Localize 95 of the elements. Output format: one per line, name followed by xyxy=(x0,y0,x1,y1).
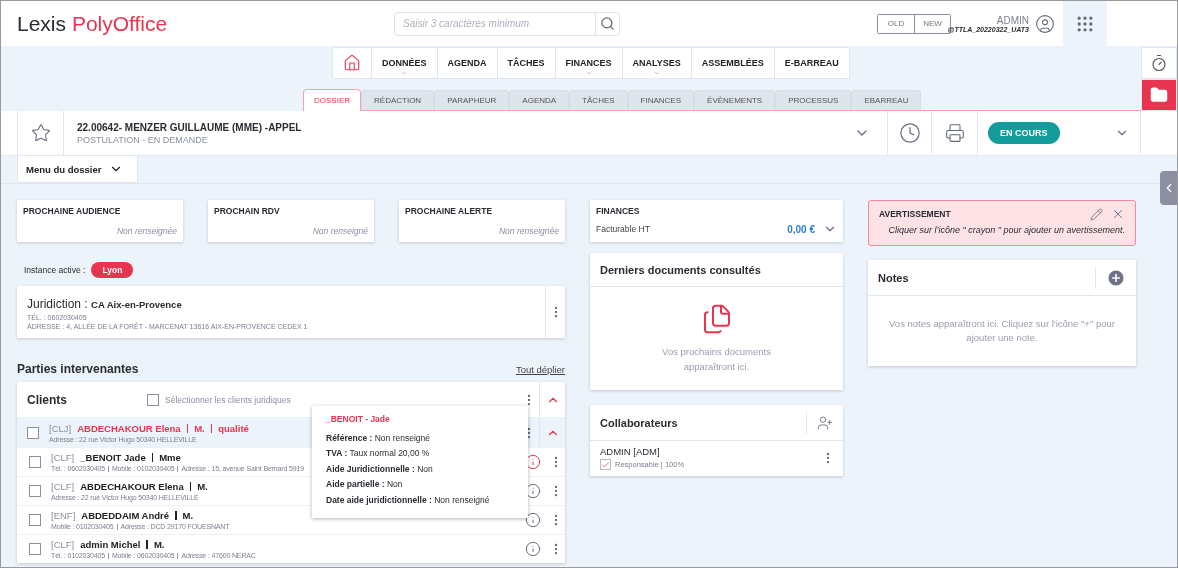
row-checkbox[interactable] xyxy=(29,514,41,526)
card-title: PROCHAIN RDV xyxy=(214,206,281,216)
nav-item[interactable]: DONNÉES xyxy=(372,47,438,79)
caret-icon xyxy=(584,69,593,77)
tab[interactable]: FINANCES xyxy=(627,90,695,110)
tooltip-field: Date aide juridictionnelle : Non renseigné xyxy=(326,494,514,505)
card-title: PROCHAINE ALERTE xyxy=(405,206,494,216)
panel-title: Collaborateurs xyxy=(600,416,679,429)
row-checkbox[interactable] xyxy=(29,456,41,468)
tab[interactable]: AGENDA xyxy=(509,90,570,110)
card-value: Non renseignée xyxy=(499,226,559,236)
client-code: [CLF] xyxy=(51,539,75,550)
search-field[interactable]: Saisir 3 caractères minimum xyxy=(395,18,595,29)
add-icon[interactable] xyxy=(1106,267,1126,288)
printer-icon[interactable] xyxy=(944,123,965,143)
apps-menu-icon[interactable] xyxy=(1063,1,1107,46)
add-user-icon[interactable] xyxy=(817,414,833,431)
tab[interactable]: RÉDACTION xyxy=(361,90,435,110)
card-value: Non renseigné xyxy=(312,226,368,236)
select-checkbox[interactable] xyxy=(147,393,159,406)
info-icon[interactable] xyxy=(524,512,541,528)
client-civility: Mme xyxy=(159,452,181,463)
tab[interactable]: PARAPHEUR xyxy=(434,90,510,110)
card-title: AVERTISSEMENT xyxy=(879,209,952,219)
timer-icon[interactable] xyxy=(1141,47,1177,79)
avatar-icon[interactable] xyxy=(1035,13,1055,34)
app-logo: Lexis PolyOffice xyxy=(16,11,169,36)
card-title: PROCHAINE AUDIENCE xyxy=(23,206,122,216)
tooltip-field: Aide partielle : Non xyxy=(326,479,514,490)
client-civility: M. xyxy=(194,422,205,434)
client-code: [CLJ] xyxy=(49,422,72,434)
nav-item[interactable]: ANALYSES xyxy=(622,47,692,79)
tab[interactable]: TÂCHES xyxy=(569,90,628,110)
dossier-title: 22.00642- MENZER GUILLAUME (MME) -APPEL xyxy=(77,121,303,133)
tooltip-field: Aide Juridictionnelle : Non xyxy=(326,463,514,474)
nav-item[interactable]: ASSEMBLÉES xyxy=(691,47,775,79)
juridiction-label: Juridiction : xyxy=(27,297,89,311)
star-icon[interactable] xyxy=(30,123,51,143)
client-name: ABDECHAKOUR Elena xyxy=(80,481,184,492)
tab[interactable]: EBARREAU xyxy=(851,90,922,110)
checkbox-label: Sélectionner les clients juridiques xyxy=(165,394,292,405)
tooltip-field: TVA : Taux normal 20,00 % xyxy=(326,448,514,459)
client-code: [CLF] xyxy=(51,452,75,463)
home-icon[interactable] xyxy=(332,47,372,79)
nav-item[interactable]: TÂCHES xyxy=(497,47,556,79)
user-name: ADMIN xyxy=(996,14,1029,26)
tab[interactable]: ÉVÈNEMENTS xyxy=(694,90,776,110)
section-title: Parties intervenantes xyxy=(17,362,139,376)
client-name: ABDECHAKOUR Elena xyxy=(77,422,181,434)
row-checkbox[interactable] xyxy=(27,426,39,439)
finance-label: Facturable HT xyxy=(596,224,651,234)
folder-icon[interactable] xyxy=(1141,79,1177,111)
dossier-menu-button[interactable]: Menu du dossier xyxy=(17,156,138,183)
tab[interactable]: PROCESSUS xyxy=(775,90,852,110)
search-box[interactable]: Saisir 3 caractères minimum xyxy=(394,11,620,36)
caret-icon xyxy=(400,69,409,77)
client-name: admin Michel xyxy=(80,539,141,550)
row-checkbox[interactable] xyxy=(29,485,41,497)
nav-item[interactable]: E-BARREAU xyxy=(774,47,850,79)
client-civility: M. xyxy=(197,481,208,492)
finance-amount: 0,00 € xyxy=(787,223,815,235)
juridiction-name: CA Aix-en-Provence xyxy=(91,299,182,310)
tab[interactable]: DOSSIER xyxy=(303,89,361,111)
panel-title: Derniers documents consultés xyxy=(600,263,762,276)
instance-label: Instance active : xyxy=(24,265,86,275)
empty-message: Vos prochains documents apparaîtront ici. xyxy=(661,345,772,374)
caret-icon xyxy=(652,69,661,77)
client-name: _BENOIT Jade xyxy=(80,452,146,463)
nav-item[interactable]: FINANCES xyxy=(555,47,623,79)
collapse-handle-icon[interactable] xyxy=(1160,171,1177,205)
clock-icon[interactable] xyxy=(898,122,921,144)
client-civility: M. xyxy=(182,510,194,521)
tooltip-title: _BENOIT - Jade xyxy=(326,414,391,424)
nav-item[interactable]: AGENDA xyxy=(437,47,498,79)
warning-message: Cliquer sur l’icône " crayon " pour ajouter un avertissement. xyxy=(887,225,1125,235)
client-quality: qualité xyxy=(218,422,249,434)
client-name: ABDEDDAIM André xyxy=(81,510,170,521)
client-code: [ENF] xyxy=(51,510,76,521)
status-badge[interactable]: EN COURS xyxy=(988,122,1060,144)
instance-badge: Lyon xyxy=(91,262,134,278)
card-value: Non renseignée xyxy=(117,226,177,236)
pencil-icon[interactable] xyxy=(1090,207,1103,221)
row-checkbox[interactable] xyxy=(29,543,41,555)
card-title: FINANCES xyxy=(596,206,641,216)
expand-all-link[interactable]: Tout déplier xyxy=(515,363,565,375)
panel-title: Clients xyxy=(27,392,68,407)
dossier-subtitle: POSTULATION - EN DEMANDE xyxy=(77,134,209,145)
tooltip-field: Référence : Non renseigné xyxy=(326,432,514,443)
info-icon[interactable] xyxy=(524,541,541,557)
close-icon[interactable] xyxy=(1111,207,1125,221)
client-civility: M. xyxy=(153,539,165,550)
empty-message: Vos notes apparaîtront ici. Cliquez sur l'icône "+" pour ajouter une note. xyxy=(888,316,1116,345)
panel-title: Notes xyxy=(878,271,910,284)
client-code: [CLF] xyxy=(51,481,75,492)
collaborator-name: ADMIN [ADM] xyxy=(600,446,661,457)
